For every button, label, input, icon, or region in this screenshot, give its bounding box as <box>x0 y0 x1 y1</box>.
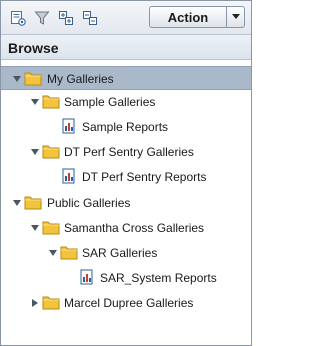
tree-item-label: DT Perf Sentry Reports <box>82 170 207 184</box>
collapse-all-icon[interactable] <box>81 9 99 27</box>
tree-item-sample-reports[interactable]: Sample Reports <box>1 115 251 139</box>
expanded-arrow-icon[interactable] <box>30 97 40 107</box>
tree-item-public-galleries[interactable]: Public Galleries <box>1 191 251 215</box>
expanded-arrow-icon[interactable] <box>12 198 22 208</box>
toolbar: Action <box>1 1 251 34</box>
report-icon <box>60 118 78 134</box>
gallery-tree: My Galleries Sample Galleries Sample Rep… <box>1 60 251 345</box>
folder-icon <box>42 93 60 109</box>
expand-all-icon[interactable] <box>57 9 75 27</box>
browse-panel: Action Browse My Galleries Sample Galler… <box>0 0 252 346</box>
properties-icon[interactable] <box>9 9 27 27</box>
panel-title: Browse <box>8 40 59 56</box>
tree-item-label: My Galleries <box>47 72 114 86</box>
report-icon <box>78 269 96 285</box>
tree-item-label: Sample Galleries <box>64 95 156 109</box>
tree-item-label: Public Galleries <box>47 196 131 210</box>
tree-item-samantha-cross-galleries[interactable]: Samantha Cross Galleries <box>1 216 251 240</box>
report-icon <box>60 168 78 184</box>
tree-item-dt-perf-sentry-reports[interactable]: DT Perf Sentry Reports <box>1 165 251 189</box>
filter-icon[interactable] <box>33 9 51 27</box>
folder-icon <box>60 244 78 260</box>
folder-icon <box>24 70 42 86</box>
expanded-arrow-icon[interactable] <box>48 248 58 258</box>
tree-item-sar-system-reports[interactable]: SAR_System Reports <box>1 266 251 290</box>
tree-item-marcel-dupree-galleries[interactable]: Marcel Dupree Galleries <box>1 291 251 315</box>
tree-item-sar-galleries[interactable]: SAR Galleries <box>1 241 251 265</box>
browse-header: Browse <box>1 34 251 60</box>
tree-item-label: Marcel Dupree Galleries <box>64 296 194 310</box>
tree-item-label: DT Perf Sentry Galleries <box>64 145 194 159</box>
expanded-arrow-icon[interactable] <box>12 74 22 84</box>
tree-item-label: Sample Reports <box>82 120 169 134</box>
folder-icon <box>24 194 42 210</box>
expanded-arrow-icon[interactable] <box>30 223 40 233</box>
chevron-down-icon <box>231 10 241 24</box>
tree-item-sample-galleries[interactable]: Sample Galleries <box>1 90 251 114</box>
expanded-arrow-icon[interactable] <box>30 147 40 157</box>
tree-item-label: Samantha Cross Galleries <box>64 221 205 235</box>
action-button[interactable]: Action <box>149 6 227 28</box>
folder-icon <box>42 143 60 159</box>
action-dropdown-button[interactable] <box>227 6 245 28</box>
tree-item-dt-perf-sentry-galleries[interactable]: DT Perf Sentry Galleries <box>1 140 251 164</box>
tree-item-my-galleries[interactable]: My Galleries <box>1 66 251 90</box>
folder-icon <box>42 219 60 235</box>
collapsed-arrow-icon[interactable] <box>30 298 40 308</box>
tree-item-label: SAR_System Reports <box>100 271 217 285</box>
folder-icon <box>42 294 60 310</box>
tree-item-label: SAR Galleries <box>82 246 158 260</box>
